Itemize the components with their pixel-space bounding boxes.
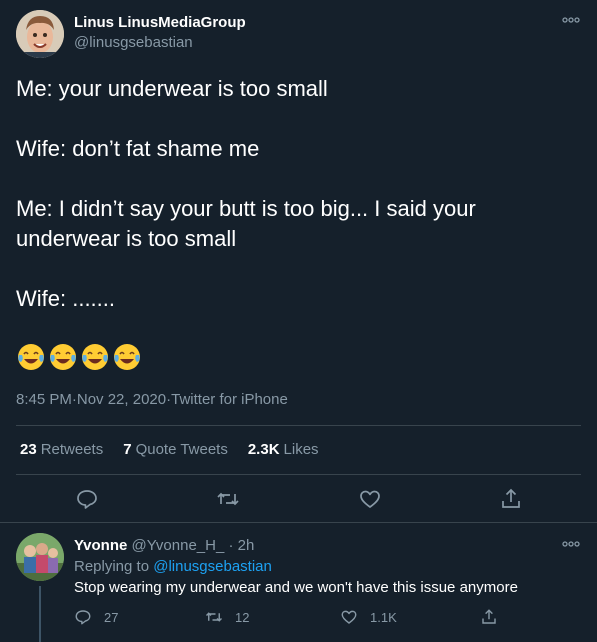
tweet-action-bar: [0, 484, 597, 514]
tears-of-joy-emoji-icon: [18, 344, 44, 370]
tweet-line-3: Me: I didn’t say your butt is too big...…: [16, 196, 482, 251]
reply-action-bar: 27 12 1.1K: [0, 606, 597, 630]
reply-retweet-button[interactable]: 12: [205, 608, 249, 626]
tweet-page: Linus LinusMediaGroup @linusgsebastian M…: [0, 0, 597, 642]
reply-author-handle[interactable]: @Yvonne_H_: [132, 537, 225, 554]
reply-reply-button[interactable]: 27: [74, 608, 118, 626]
reply-author-avatar[interactable]: [16, 533, 64, 581]
tweet-line-1: Me: your underwear is too small: [16, 76, 328, 101]
tweet-stats: 23 Retweets 7 Quote Tweets 2.3K Likes: [20, 441, 339, 458]
likes-count: 2.3K: [247, 441, 280, 458]
reply-author-name[interactable]: Yvonne: [74, 537, 127, 554]
reply-more-options-icon[interactable]: [561, 538, 581, 550]
reply-time[interactable]: 2h: [238, 537, 255, 554]
likes-stat[interactable]: 2.3K Likes: [248, 441, 319, 458]
reply-icon[interactable]: [75, 487, 99, 511]
share-icon[interactable]: [499, 487, 523, 511]
tears-of-joy-emoji-icon: [114, 344, 140, 370]
replying-to-mention[interactable]: @linusgsebastian: [153, 558, 272, 575]
tweet-line-2: Wife: don’t fat shame me: [16, 136, 260, 161]
retweets-stat[interactable]: 23 Retweets: [20, 441, 103, 458]
reply-text: Stop wearing my underwear and we won't h…: [74, 579, 518, 596]
reply-header: Yvonne @Yvonne_H_ · 2h: [74, 537, 254, 554]
divider: [16, 474, 581, 475]
tweet-text: Me: your underwear is too small Wife: do…: [16, 74, 581, 314]
like-icon[interactable]: [340, 608, 358, 626]
tweet-time[interactable]: 8:45 PM: [16, 391, 72, 408]
tears-of-joy-emoji-icon: [50, 344, 76, 370]
tears-of-joy-emoji-icon: [82, 344, 108, 370]
emoji-row: [16, 342, 142, 372]
divider: [16, 425, 581, 426]
retweet-icon[interactable]: [205, 608, 223, 626]
retweets-label: Retweets: [40, 441, 104, 458]
replying-to-prefix: Replying to: [74, 558, 154, 575]
like-icon[interactable]: [358, 487, 382, 511]
tweet-date[interactable]: Nov 22, 2020: [77, 391, 166, 408]
author-name[interactable]: Linus LinusMediaGroup: [74, 14, 246, 31]
reply-like-button[interactable]: 1.1K: [340, 608, 397, 626]
reply-share-button[interactable]: [480, 608, 510, 626]
reply-separator: ·: [224, 537, 238, 554]
likes-label: Likes: [283, 441, 319, 458]
reply-retweet-count: 12: [235, 609, 250, 625]
quote-tweets-label: Quote Tweets: [135, 441, 228, 458]
author-avatar[interactable]: [16, 10, 64, 58]
reply-reply-count: 27: [104, 609, 119, 625]
quote-tweets-count: 7: [123, 441, 132, 458]
retweet-icon[interactable]: [216, 487, 240, 511]
share-icon[interactable]: [480, 608, 498, 626]
more-options-icon[interactable]: [561, 14, 581, 26]
author-handle[interactable]: @linusgsebastian: [74, 34, 193, 51]
section-divider: [0, 522, 597, 523]
retweets-count: 23: [20, 441, 37, 458]
reply-icon[interactable]: [74, 608, 92, 626]
tweet-source[interactable]: Twitter for iPhone: [171, 391, 288, 408]
reply-like-count: 1.1K: [370, 609, 397, 625]
tweet-meta: 8:45 PM · Nov 22, 2020 · Twitter for iPh…: [16, 391, 288, 408]
tweet-line-4: Wife: .......: [16, 286, 116, 311]
quote-tweets-stat[interactable]: 7 Quote Tweets: [123, 441, 228, 458]
replying-to: Replying to @linusgsebastian: [74, 558, 272, 575]
